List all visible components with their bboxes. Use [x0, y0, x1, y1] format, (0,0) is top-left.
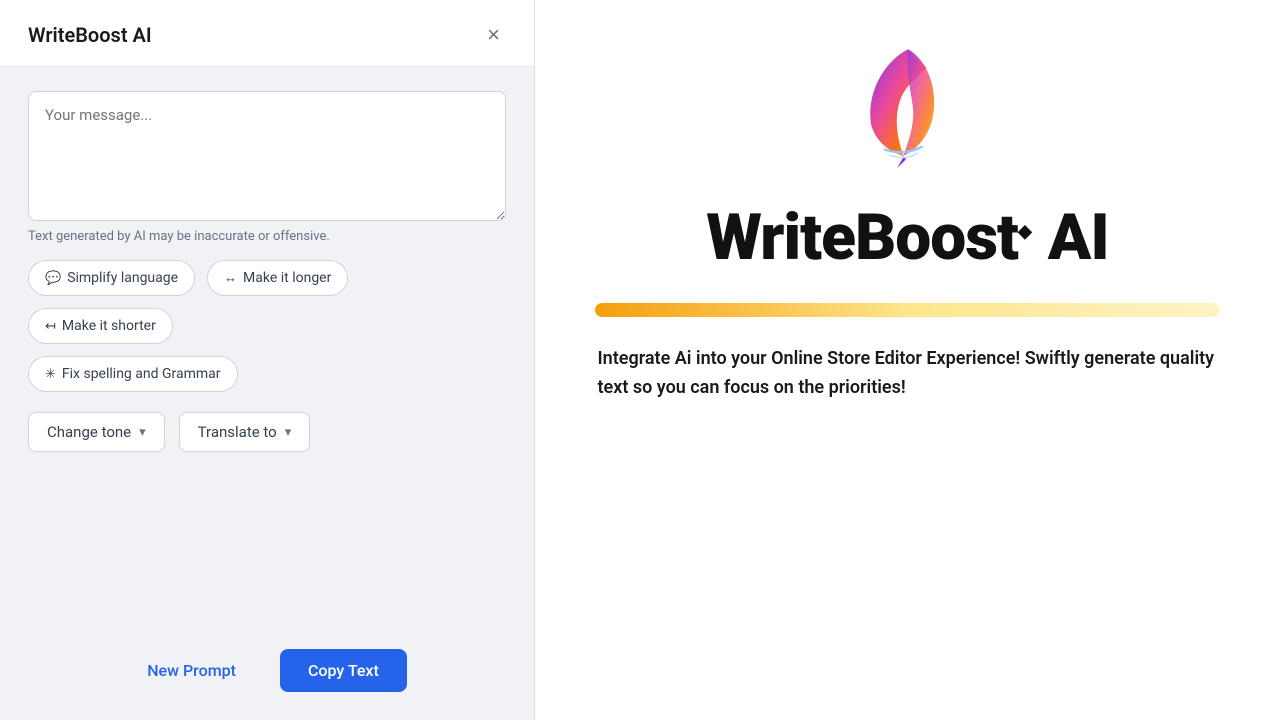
panel-title: WriteBoost AI [28, 23, 152, 47]
dropdowns-row: Change tone Translate to [28, 412, 506, 452]
action-row-2: Make it shorter [28, 308, 506, 344]
panel-body: Text generated by AI may be inaccurate o… [0, 67, 534, 631]
copy-text-button[interactable]: Copy Text [280, 649, 407, 692]
spelling-label: Fix spelling and Grammar [62, 366, 221, 382]
new-prompt-button[interactable]: New Prompt [127, 651, 256, 690]
left-panel: WriteBoost AI × Text generated by AI may… [0, 0, 535, 720]
panel-header: WriteBoost AI × [0, 0, 534, 67]
feather-logo-icon [848, 40, 968, 170]
bottom-bar: New Prompt Copy Text [0, 631, 534, 720]
translate-to-label: Translate to [198, 423, 277, 441]
sparkle-icon [45, 366, 56, 382]
message-input[interactable] [28, 91, 506, 221]
fix-spelling-button[interactable]: Fix spelling and Grammar [28, 356, 238, 392]
logo-area [848, 40, 968, 180]
make-longer-button[interactable]: Make it longer [207, 260, 348, 296]
action-row-3: Fix spelling and Grammar [28, 356, 506, 392]
make-shorter-button[interactable]: Make it shorter [28, 308, 173, 344]
change-tone-dropdown[interactable]: Change tone [28, 412, 165, 452]
simplify-language-button[interactable]: Simplify language [28, 260, 195, 296]
expand-icon [224, 270, 237, 286]
diamond-icon [1018, 200, 1033, 275]
brand-title-part2: AI [1048, 200, 1109, 275]
longer-label: Make it longer [243, 270, 331, 286]
simplify-label: Simplify language [67, 270, 178, 286]
disclaimer-text: Text generated by AI may be inaccurate o… [28, 229, 506, 244]
translate-to-dropdown[interactable]: Translate to [179, 412, 311, 452]
brand-title-part1: WriteBoost [706, 200, 1018, 275]
close-button[interactable]: × [481, 22, 506, 48]
progress-bar-container [595, 303, 1220, 317]
compress-icon [45, 318, 56, 334]
progress-bar [595, 303, 1220, 317]
speech-icon [45, 270, 61, 286]
action-buttons: Simplify language Make it longer Make it… [28, 260, 506, 392]
right-panel: WriteBoost AI Integrate Ai into your Onl… [535, 0, 1280, 720]
shorter-label: Make it shorter [62, 318, 156, 334]
action-row-1: Simplify language Make it longer [28, 260, 506, 296]
change-tone-label: Change tone [47, 423, 131, 441]
tagline-text: Integrate Ai into your Online Store Edit… [598, 345, 1218, 403]
brand-title: WriteBoost AI [706, 200, 1108, 275]
